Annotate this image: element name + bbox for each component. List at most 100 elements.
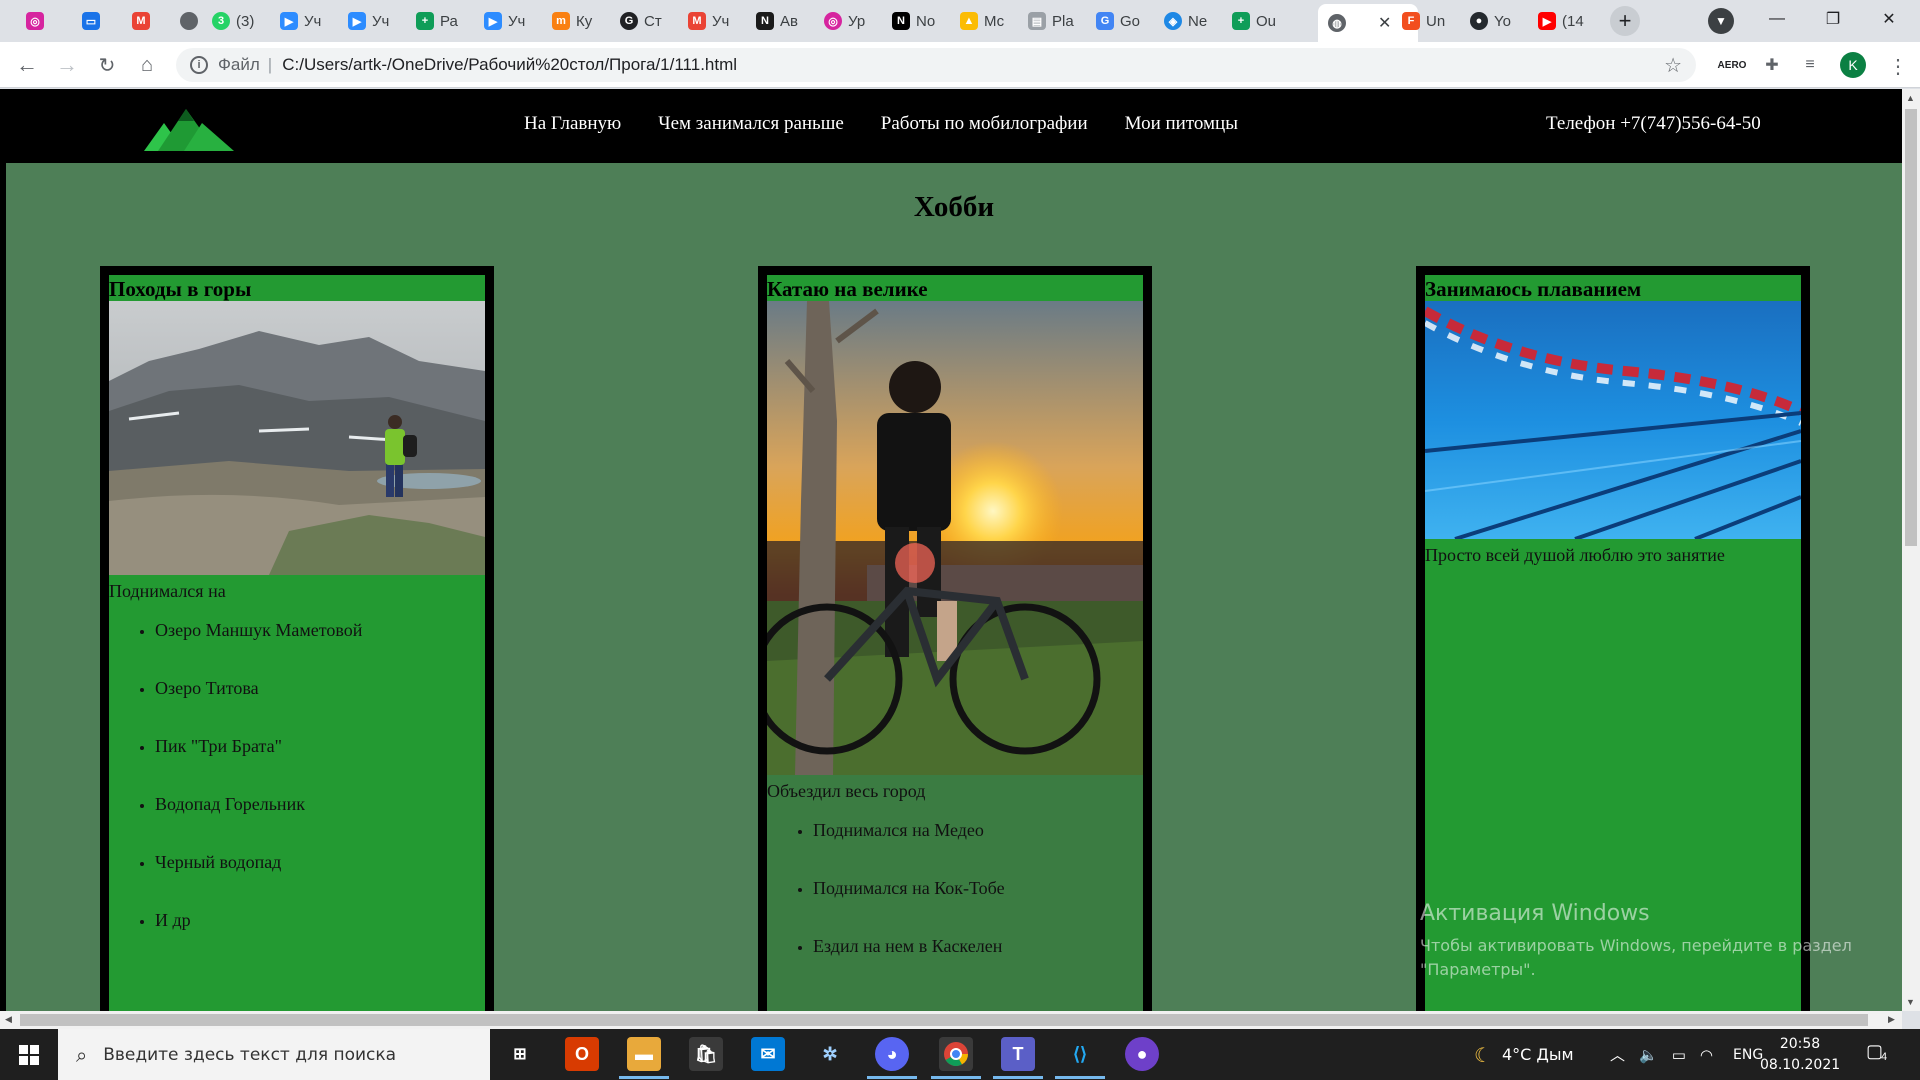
tab-zoom-3[interactable]: ▶ Уч <box>474 6 538 36</box>
drive-icon: ▲ <box>960 12 978 30</box>
tab-label: Уч <box>304 12 322 30</box>
reload-button[interactable]: ↻ <box>92 50 122 80</box>
address-url[interactable]: C:/Users/artk-/OneDrive/Рабочий%20стол/П… <box>282 55 737 75</box>
vertical-scroll-thumb[interactable] <box>1905 109 1917 546</box>
close-window-button[interactable]: ✕ <box>1862 0 1916 38</box>
kebab-menu-icon[interactable]: ⋮ <box>1888 54 1908 79</box>
tab-search-button[interactable]: ▼ <box>1708 8 1734 34</box>
tab-zoom-2[interactable]: ▶ Уч <box>338 6 402 36</box>
restore-button[interactable]: ❐ <box>1806 0 1860 38</box>
office-icon[interactable]: O <box>565 1037 599 1071</box>
github-icon: ● <box>1470 12 1488 30</box>
scroll-up-icon[interactable]: ▲ <box>1906 93 1915 103</box>
system-tray: ︿ 🔈 ▭ ◠ <box>1610 1029 1713 1080</box>
tab-moodle[interactable]: m Ку <box>542 6 606 36</box>
file-explorer-icon[interactable]: ▬ <box>619 1037 669 1079</box>
tab-label: Ou <box>1256 12 1277 30</box>
clock-time: 20:58 <box>1779 1036 1821 1052</box>
tab-label: Ст <box>644 12 662 30</box>
cycling-photo <box>767 301 1143 775</box>
tab-compass[interactable]: ◈ Ne <box>1154 6 1218 36</box>
tab-instagram[interactable]: ◎ <box>16 6 66 36</box>
wifi-icon[interactable]: ◠ <box>1700 1046 1713 1064</box>
page-title: Хобби <box>913 191 995 223</box>
scroll-right-icon[interactable]: ▶ <box>1888 1014 1895 1025</box>
task-view-icon[interactable]: ⊞ <box>503 1037 537 1071</box>
tab-page[interactable]: ▤ Pla <box>1018 6 1082 36</box>
volume-icon[interactable]: 🔈 <box>1639 1046 1658 1064</box>
minimize-button[interactable]: — <box>1750 0 1804 38</box>
weather-widget[interactable]: ☾ 4°C Дым <box>1474 1029 1574 1080</box>
discord-icon[interactable]: ◕ <box>867 1037 917 1079</box>
extensions-puzzle-icon[interactable]: ✚ <box>1760 54 1784 76</box>
teams-icon[interactable]: T <box>993 1037 1043 1079</box>
tab-drive[interactable]: ▲ Мс <box>950 6 1014 36</box>
card-heading: Занимаюсь плаванием <box>1425 275 1801 301</box>
mountain-logo-icon[interactable] <box>144 101 234 151</box>
tab-whatsapp[interactable]: 3 (3) <box>202 6 266 36</box>
horizontal-scrollbar[interactable]: ◀ ▶ <box>0 1011 1902 1029</box>
taskbar-clock[interactable]: 20:58 08.10.2021 <box>1760 1034 1840 1076</box>
vertical-scrollbar[interactable]: ▲ ▼ <box>1902 89 1920 1011</box>
tab-n[interactable]: N Ав <box>746 6 810 36</box>
card-description: Просто всей душой люблю это занятие <box>1425 545 1725 565</box>
back-button[interactable]: ← <box>12 50 42 80</box>
pinned-app-icon[interactable]: ✲ <box>813 1037 847 1071</box>
scroll-left-icon[interactable]: ◀ <box>5 1014 12 1025</box>
close-icon[interactable]: ✕ <box>1378 13 1391 33</box>
tab-messages[interactable]: ▭ <box>72 6 122 36</box>
tab-instagram-2[interactable]: ◎ Ур <box>814 6 878 36</box>
tab-youtube[interactable]: ▶ (14 <box>1528 6 1596 36</box>
sheets-icon: + <box>416 12 434 30</box>
tab-gc[interactable]: G Ст <box>610 6 674 36</box>
reload-icon: ↻ <box>98 54 116 77</box>
tab-label: No <box>916 12 936 30</box>
hobby-card-hiking: Походы в горы Поднимался на • Озеро Манш… <box>100 266 494 1011</box>
start-button[interactable] <box>0 1029 58 1080</box>
new-tab-button[interactable]: + <box>1610 6 1640 36</box>
vscode-icon[interactable]: ⟨⟩ <box>1055 1037 1105 1079</box>
store-icon[interactable]: 🛍 <box>689 1037 723 1071</box>
battery-icon[interactable]: ▭ <box>1672 1046 1686 1064</box>
horizontal-scroll-thumb[interactable] <box>20 1014 1868 1026</box>
aero-extension-icon[interactable]: AERO <box>1718 54 1747 76</box>
reading-list-icon[interactable]: ≡ <box>1798 54 1822 76</box>
tab-translate[interactable]: G Go <box>1086 6 1150 36</box>
tab-gmail[interactable]: M <box>122 6 172 36</box>
forward-button[interactable]: → <box>52 50 82 80</box>
tab-zoom-1[interactable]: ▶ Уч <box>270 6 334 36</box>
nav-link-mobilography[interactable]: Работы по мобилографии <box>881 113 1088 135</box>
chrome-icon[interactable] <box>931 1037 981 1079</box>
gc-icon: G <box>620 12 638 30</box>
profile-avatar[interactable]: K <box>1840 52 1866 78</box>
chevron-up-icon[interactable]: ︿ <box>1610 1044 1625 1065</box>
info-icon[interactable]: i <box>190 56 208 74</box>
mail-icon[interactable]: ✉ <box>751 1037 785 1071</box>
bookmark-star-icon[interactable]: ☆ <box>1664 53 1682 78</box>
running-indicator <box>867 1076 917 1079</box>
github-desktop-icon[interactable]: ● <box>1125 1037 1159 1071</box>
list-item: Ездил на нем в Каскелен <box>813 936 1143 957</box>
site-header: На Главную Чем занимался раньше Работы п… <box>0 89 1902 163</box>
compass-icon: ◈ <box>1164 12 1182 30</box>
tab-sheets-2[interactable]: + Ou <box>1222 6 1286 36</box>
tab-label: (14 <box>1562 12 1584 30</box>
zoom-icon: ▶ <box>280 12 298 30</box>
tab-notion[interactable]: N No <box>882 6 946 36</box>
globe-icon: ◍ <box>1328 14 1346 32</box>
tab-github[interactable]: ● Yo <box>1460 6 1524 36</box>
input-language[interactable]: ENG <box>1733 1029 1763 1080</box>
home-button[interactable]: ⌂ <box>132 50 162 80</box>
card-description: Объездил весь город <box>767 781 926 801</box>
tab-figma[interactable]: F Un <box>1392 6 1456 36</box>
messages-icon: ▭ <box>82 12 100 30</box>
tab-sheets[interactable]: + Ра <box>406 6 470 36</box>
scroll-down-icon[interactable]: ▼ <box>1906 997 1915 1007</box>
nav-link-pets[interactable]: Мои питомцы <box>1125 113 1238 135</box>
nav-link-home[interactable]: На Главную <box>524 113 621 135</box>
nav-link-past[interactable]: Чем занимался раньше <box>658 113 844 135</box>
tab-gmail-2[interactable]: M Уч <box>678 6 742 36</box>
address-bar[interactable]: i Файл | C:/Users/artk-/OneDrive/Рабочий… <box>176 48 1696 82</box>
taskbar-search[interactable]: ⌕ Введите здесь текст для поиска <box>58 1029 490 1080</box>
notification-center-icon[interactable]: ▢ 4 <box>1866 1041 1894 1067</box>
